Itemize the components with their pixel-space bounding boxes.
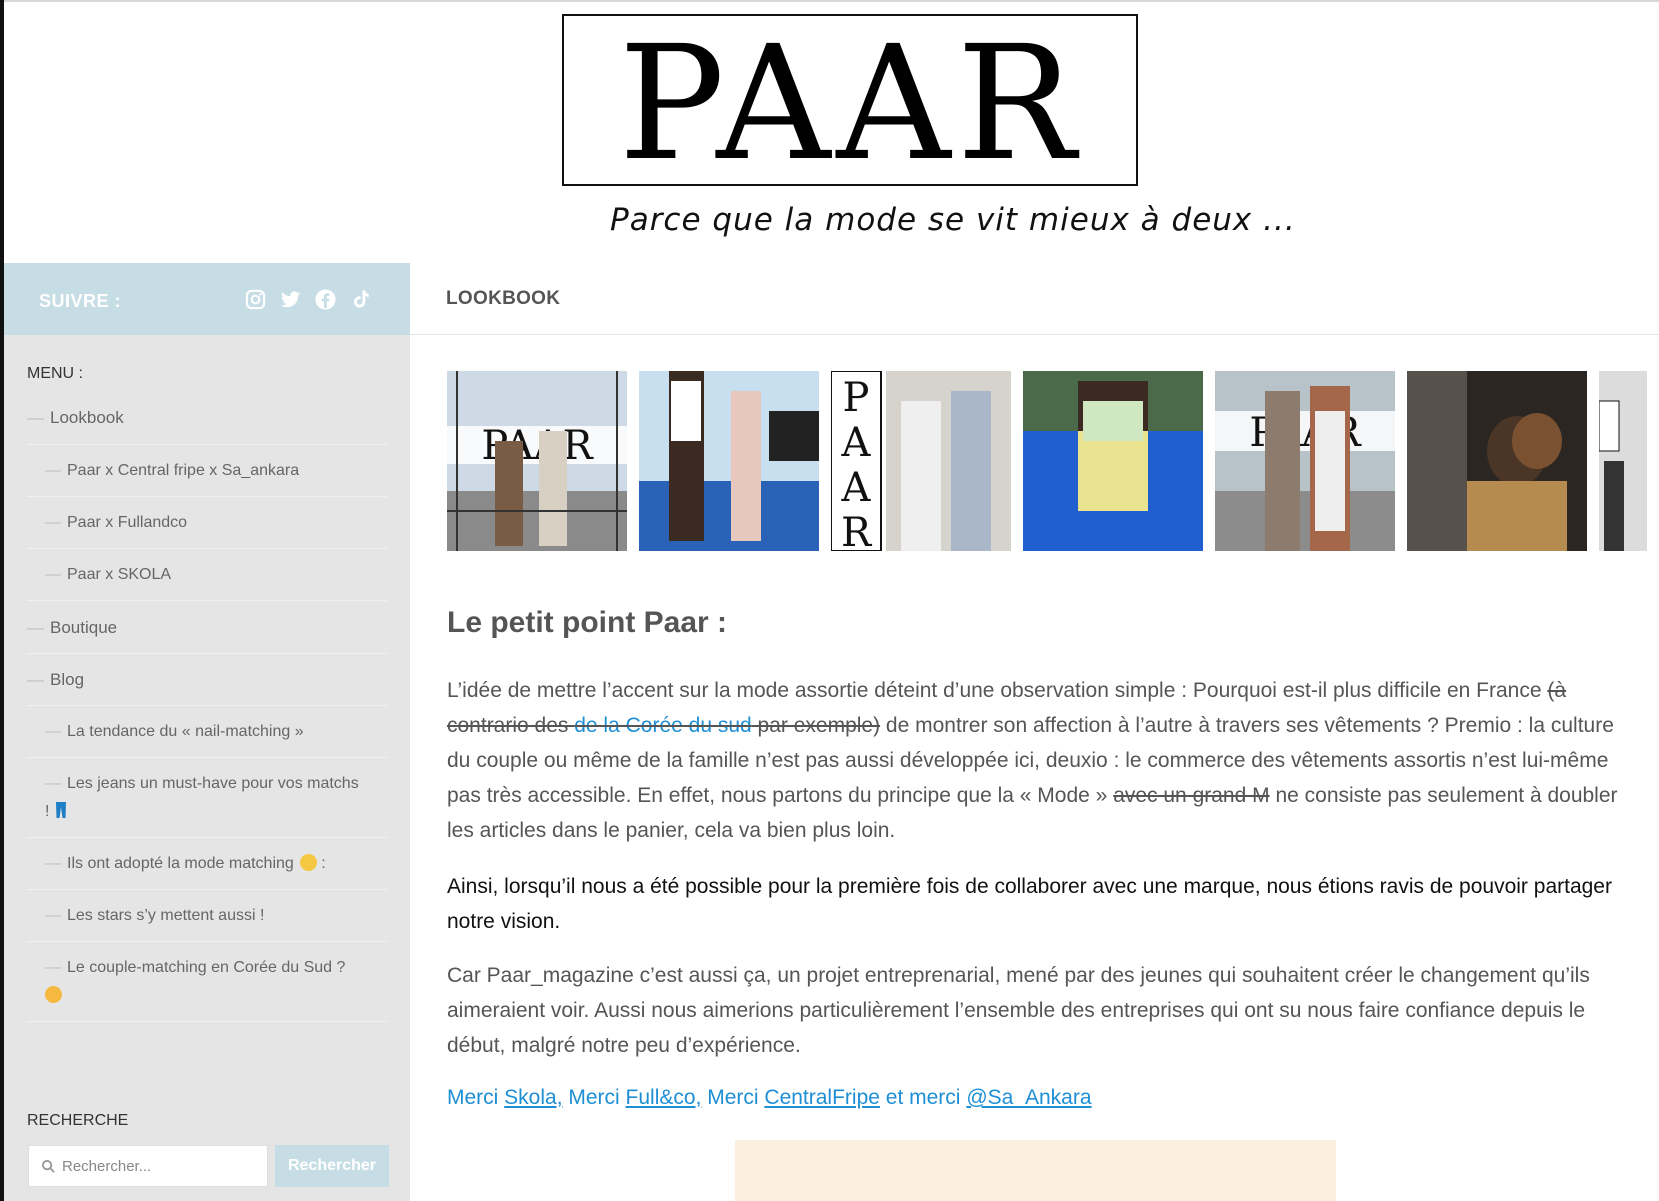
sidebar: SUIVRE : MENU : — Lookbook — Paar x Centra… (4, 263, 410, 1201)
site-logo[interactable]: PAAR (562, 14, 1138, 186)
struck-text: avec un grand M (1113, 784, 1270, 807)
menu-item-label: Les jeans un must-have pour vos matchs ! (45, 775, 359, 820)
page-title: LOOKBOOK (446, 288, 561, 309)
thinking-emoji-icon (45, 986, 62, 1003)
menu-item-jeans[interactable]: — Les jeans un must-have pour vos matchs … (27, 758, 387, 838)
text-run: par exemple) (751, 714, 881, 737)
tiktok-icon[interactable] (349, 288, 372, 311)
svg-text:A: A (841, 420, 872, 466)
text-run: et merci (879, 1086, 967, 1109)
menu-item-fullandco[interactable]: — Paar x Fullandco (27, 497, 387, 549)
gallery-image[interactable]: PAAR (1215, 371, 1395, 551)
dash-icon: — (45, 462, 61, 479)
svg-text:R: R (841, 510, 873, 551)
svg-text:P: P (843, 375, 870, 421)
facebook-icon[interactable] (314, 288, 337, 311)
menu-item-label: Lookbook (50, 408, 124, 427)
instagram-icon[interactable] (244, 288, 267, 311)
follow-bar: SUIVRE : (4, 263, 410, 335)
gallery-image[interactable]: PAAR (831, 371, 1011, 551)
handshake-emoji-icon (299, 854, 317, 871)
lookbook-gallery: PAAR PAAR PAAR (447, 371, 1647, 551)
menu-item-label: Paar x Fullandco (67, 514, 188, 531)
menu-item-label: Ils ont adopté la mode matching (67, 855, 294, 872)
menu-item-mode-matching[interactable]: — Ils ont adopté la mode matching : (27, 838, 387, 890)
dash-icon: — (45, 514, 61, 531)
text-run: Merci (562, 1086, 626, 1109)
page-title-bar: LOOKBOOK (410, 263, 1659, 335)
dash-icon: — (27, 670, 44, 689)
logo-text: PAAR (618, 12, 1082, 196)
search-button[interactable]: Rechercher (275, 1145, 389, 1187)
menu-item-skola[interactable]: — Paar x SKOLA (27, 549, 387, 601)
gallery-image[interactable]: PAAR (447, 371, 627, 551)
menu-item-stars[interactable]: — Les stars s’y mettent aussi ! (27, 890, 387, 942)
menu-item-lookbook[interactable]: — Lookbook (27, 391, 387, 445)
search-title: RECHERCHE (27, 1112, 129, 1129)
dash-icon: — (45, 775, 61, 792)
site-tagline: Parce que la mode se vit mieux à deux ..… (610, 202, 1296, 238)
menu-item-label: Les stars s’y mettent aussi ! (67, 907, 265, 924)
gallery-image[interactable] (1407, 371, 1587, 551)
dash-icon: — (45, 723, 61, 740)
gallery-image[interactable] (639, 371, 819, 551)
text-run: Merci (447, 1086, 505, 1109)
gallery-image[interactable] (1599, 371, 1647, 551)
menu-item-label: Le couple-matching en Corée du Sud ? (67, 959, 346, 976)
gallery-image[interactable] (1023, 371, 1203, 551)
coree-du-sud-link[interactable]: de la Corée du sud (574, 714, 751, 737)
dash-icon: — (27, 408, 44, 427)
menu-item-label: La tendance du « nail-matching » (67, 723, 304, 740)
search-input[interactable]: Rechercher... (28, 1145, 268, 1187)
paragraph-intro: L’idée de mettre l’accent sur la mode as… (447, 673, 1627, 848)
menu-item-coree[interactable]: — Le couple-matching en Corée du Sud ? (27, 942, 387, 1022)
centralfripe-link[interactable]: CentralFripe (764, 1086, 880, 1109)
menu-item-suffix: : (316, 855, 326, 872)
menu-title: MENU : (27, 365, 83, 382)
sa-ankara-link[interactable]: @Sa_Ankara (966, 1086, 1091, 1109)
search-placeholder: Rechercher... (62, 1157, 152, 1175)
dash-icon: — (27, 618, 44, 637)
menu-item-label: Paar x SKOLA (67, 566, 172, 583)
social-links (244, 288, 372, 311)
dash-icon: — (45, 855, 61, 872)
text-run: Merci (701, 1086, 765, 1109)
top-border (0, 0, 1659, 2)
menu-item-central-fripe[interactable]: — Paar x Central fripe x Sa_ankara (27, 445, 387, 497)
paragraph-collab: Ainsi, lorsqu’il nous a été possible pou… (447, 875, 1612, 933)
fullco-link[interactable]: Full&co, (626, 1086, 702, 1109)
svg-text:A: A (841, 465, 872, 511)
dash-icon: — (45, 566, 61, 583)
menu-item-nail-matching[interactable]: — La tendance du « nail-matching » (27, 706, 387, 758)
menu-item-label: Boutique (50, 618, 118, 637)
skola-link[interactable]: Skola, (504, 1086, 562, 1109)
section-heading: Le petit point Paar : (447, 606, 728, 639)
embedded-content (735, 1140, 1336, 1201)
thanks-line: Merci Skola, Merci Full&co, Merci Centra… (447, 1086, 1092, 1110)
text-run: L’idée de mettre l’accent sur la mode as… (447, 679, 1548, 702)
jeans-emoji-icon (55, 801, 67, 819)
menu-item-blog[interactable]: — Blog (27, 654, 387, 706)
dash-icon: — (45, 959, 61, 976)
search-icon (41, 1159, 55, 1173)
menu-item-label: Blog (50, 670, 85, 689)
sidebar-menu: — Lookbook — Paar x Central fripe x Sa_ank… (27, 391, 387, 1022)
dash-icon: — (45, 907, 61, 924)
menu-item-boutique[interactable]: — Boutique (27, 601, 387, 654)
paragraph-project: Car Paar_magazine c’est aussi ça, un pro… (447, 964, 1590, 1057)
twitter-icon[interactable] (279, 288, 302, 311)
follow-label: SUIVRE : (39, 290, 122, 311)
menu-item-label: Paar x Central fripe x Sa_ankara (67, 462, 300, 479)
